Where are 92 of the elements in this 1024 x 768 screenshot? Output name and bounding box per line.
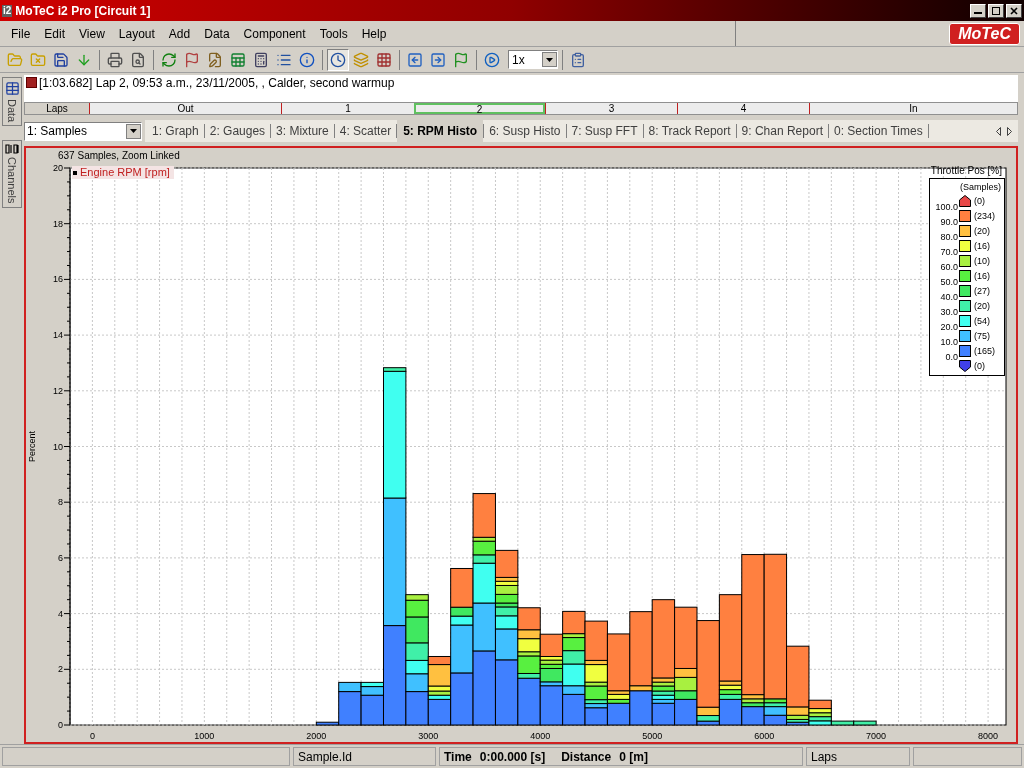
worksheet-tab[interactable]: 4: Scatter [334,120,397,143]
axis-title: Percent [27,431,37,462]
axis-tick-label: 12 [53,385,63,396]
axis-tick-label: 4000 [530,731,551,741]
channel-name: Engine RPM [rpm] [80,166,170,179]
legend-count: (0) [974,194,985,207]
legend-bound: 70.0 [940,246,958,259]
status-distance: 0 [m] [619,748,648,766]
menu-item[interactable]: File [4,24,38,43]
lap-segment[interactable]: In [809,102,1017,114]
worksheet-tab[interactable]: 9: Chan Report [736,120,828,143]
status-laps: Laps [810,748,838,766]
axis-tick-label: 10 [53,441,63,452]
status-sample: Sample.Id [297,748,353,766]
legend-bound: 90.0 [940,216,958,229]
axis-tick-label: 2 [58,664,63,675]
axis-tick-label: 20 [53,163,63,173]
menu-item[interactable]: Help [354,24,394,43]
legend-bound: 60.0 [940,261,958,274]
axis-tick-label: 14 [53,330,63,341]
side-tab-label: Channels [5,157,20,204]
menu-item[interactable]: View [72,24,112,43]
worksheet-tab[interactable]: 3: Mixture [271,120,334,143]
legend-bound: 80.0 [940,231,958,244]
axis-tick-label: 0 [58,720,63,730]
axis-tick-label: 5000 [642,731,663,741]
logo: MoTeC [949,22,1020,45]
menu-item[interactable]: Layout [111,24,162,43]
axis-tick-label: 4 [58,608,63,619]
legend-count: (10) [974,254,990,267]
legend-count: (20) [974,224,990,237]
axis-tick-label: 7000 [866,731,887,741]
status-time: 0:00.000 [s] [479,748,546,766]
laps-label: Laps [25,102,89,114]
axis-tick-label: 0 [89,731,95,741]
legend-bound: 20.0 [940,321,958,334]
legend-count: (16) [974,269,990,282]
side-tab[interactable]: Data [2,77,22,127]
axis-tick-label: 1000 [194,731,215,741]
menu-item[interactable]: Tools [312,24,355,43]
worksheet-select[interactable]: 1: Samples [24,121,142,141]
speed-select[interactable]: 1x [508,50,558,69]
lap-segment[interactable]: Out [89,102,281,114]
status-distance-label: Distance [561,748,612,766]
axis-tick-label: 3000 [418,731,439,741]
axis-tick-label: 8 [58,497,63,508]
legend-bound: 10.0 [940,336,958,349]
lap-segment[interactable]: 2 [414,102,545,114]
legend-bound: 50.0 [940,276,958,289]
legend-count: (234) [974,209,995,222]
legend-count: (27) [974,284,990,297]
worksheet-value: 1: Samples [26,123,89,141]
lap-segment[interactable]: 4 [677,102,809,114]
axis-tick-label: 2000 [306,731,327,741]
legend-count: (165) [974,344,995,357]
worksheet-tab[interactable]: 1: Graph [147,120,204,143]
legend-count: (0) [974,359,985,372]
menu-item[interactable]: Data [197,24,237,43]
histogram-caption: 637 Samples, Zoom Linked [57,149,181,162]
legend-bound: 100.0 [935,201,958,214]
legend-count: (75) [974,329,990,342]
legend-bound: 0.0 [945,351,958,364]
axis-tick-label: 16 [53,274,63,285]
lap-segment[interactable]: 1 [281,102,414,114]
legend-count: (20) [974,299,990,312]
legend-title: Throttle Pos [%] [930,165,1002,177]
legend-bound: 30.0 [940,306,958,319]
side-tab-label: Data [5,99,20,123]
menu-item[interactable]: Add [161,24,198,43]
menu-item[interactable]: Edit [37,24,73,43]
worksheet-tab[interactable]: 6: Susp Histo [484,120,566,143]
legend-header: (Samples) [960,181,1002,193]
menu-item[interactable]: Component [236,24,313,43]
window-title: MoTeC i2 Pro [Circuit 1] [15,2,151,20]
axis-tick-label: 6000 [754,731,775,741]
speed-value: 1x [511,51,526,69]
legend-count: (54) [974,314,990,327]
status-time-label: Time [444,748,472,766]
legend-bound: 40.0 [940,291,958,304]
session-info: [1:03.682] Lap 2, 09:53 a.m., 23/11/2005, , Calder, second warmup [39,76,395,90]
side-tab[interactable]: Channels [2,140,22,208]
legend-count: (16) [974,239,990,252]
axis-tick-label: 8000 [978,731,999,741]
worksheet-tab[interactable]: 5: RPM Histo [397,120,484,143]
axis-tick-label: 18 [53,218,63,229]
worksheet-tab[interactable]: 7: Susp FFT [566,120,643,143]
axis-tick-label: 6 [58,552,63,563]
app-icon: i2 [2,4,13,17]
worksheet-tab[interactable]: 8: Track Report [643,120,736,143]
lap-segment[interactable]: 3 [545,102,677,114]
worksheet-tab[interactable]: 0: Section Times [828,120,928,143]
worksheet-tab[interactable]: 2: Gauges [204,120,271,143]
